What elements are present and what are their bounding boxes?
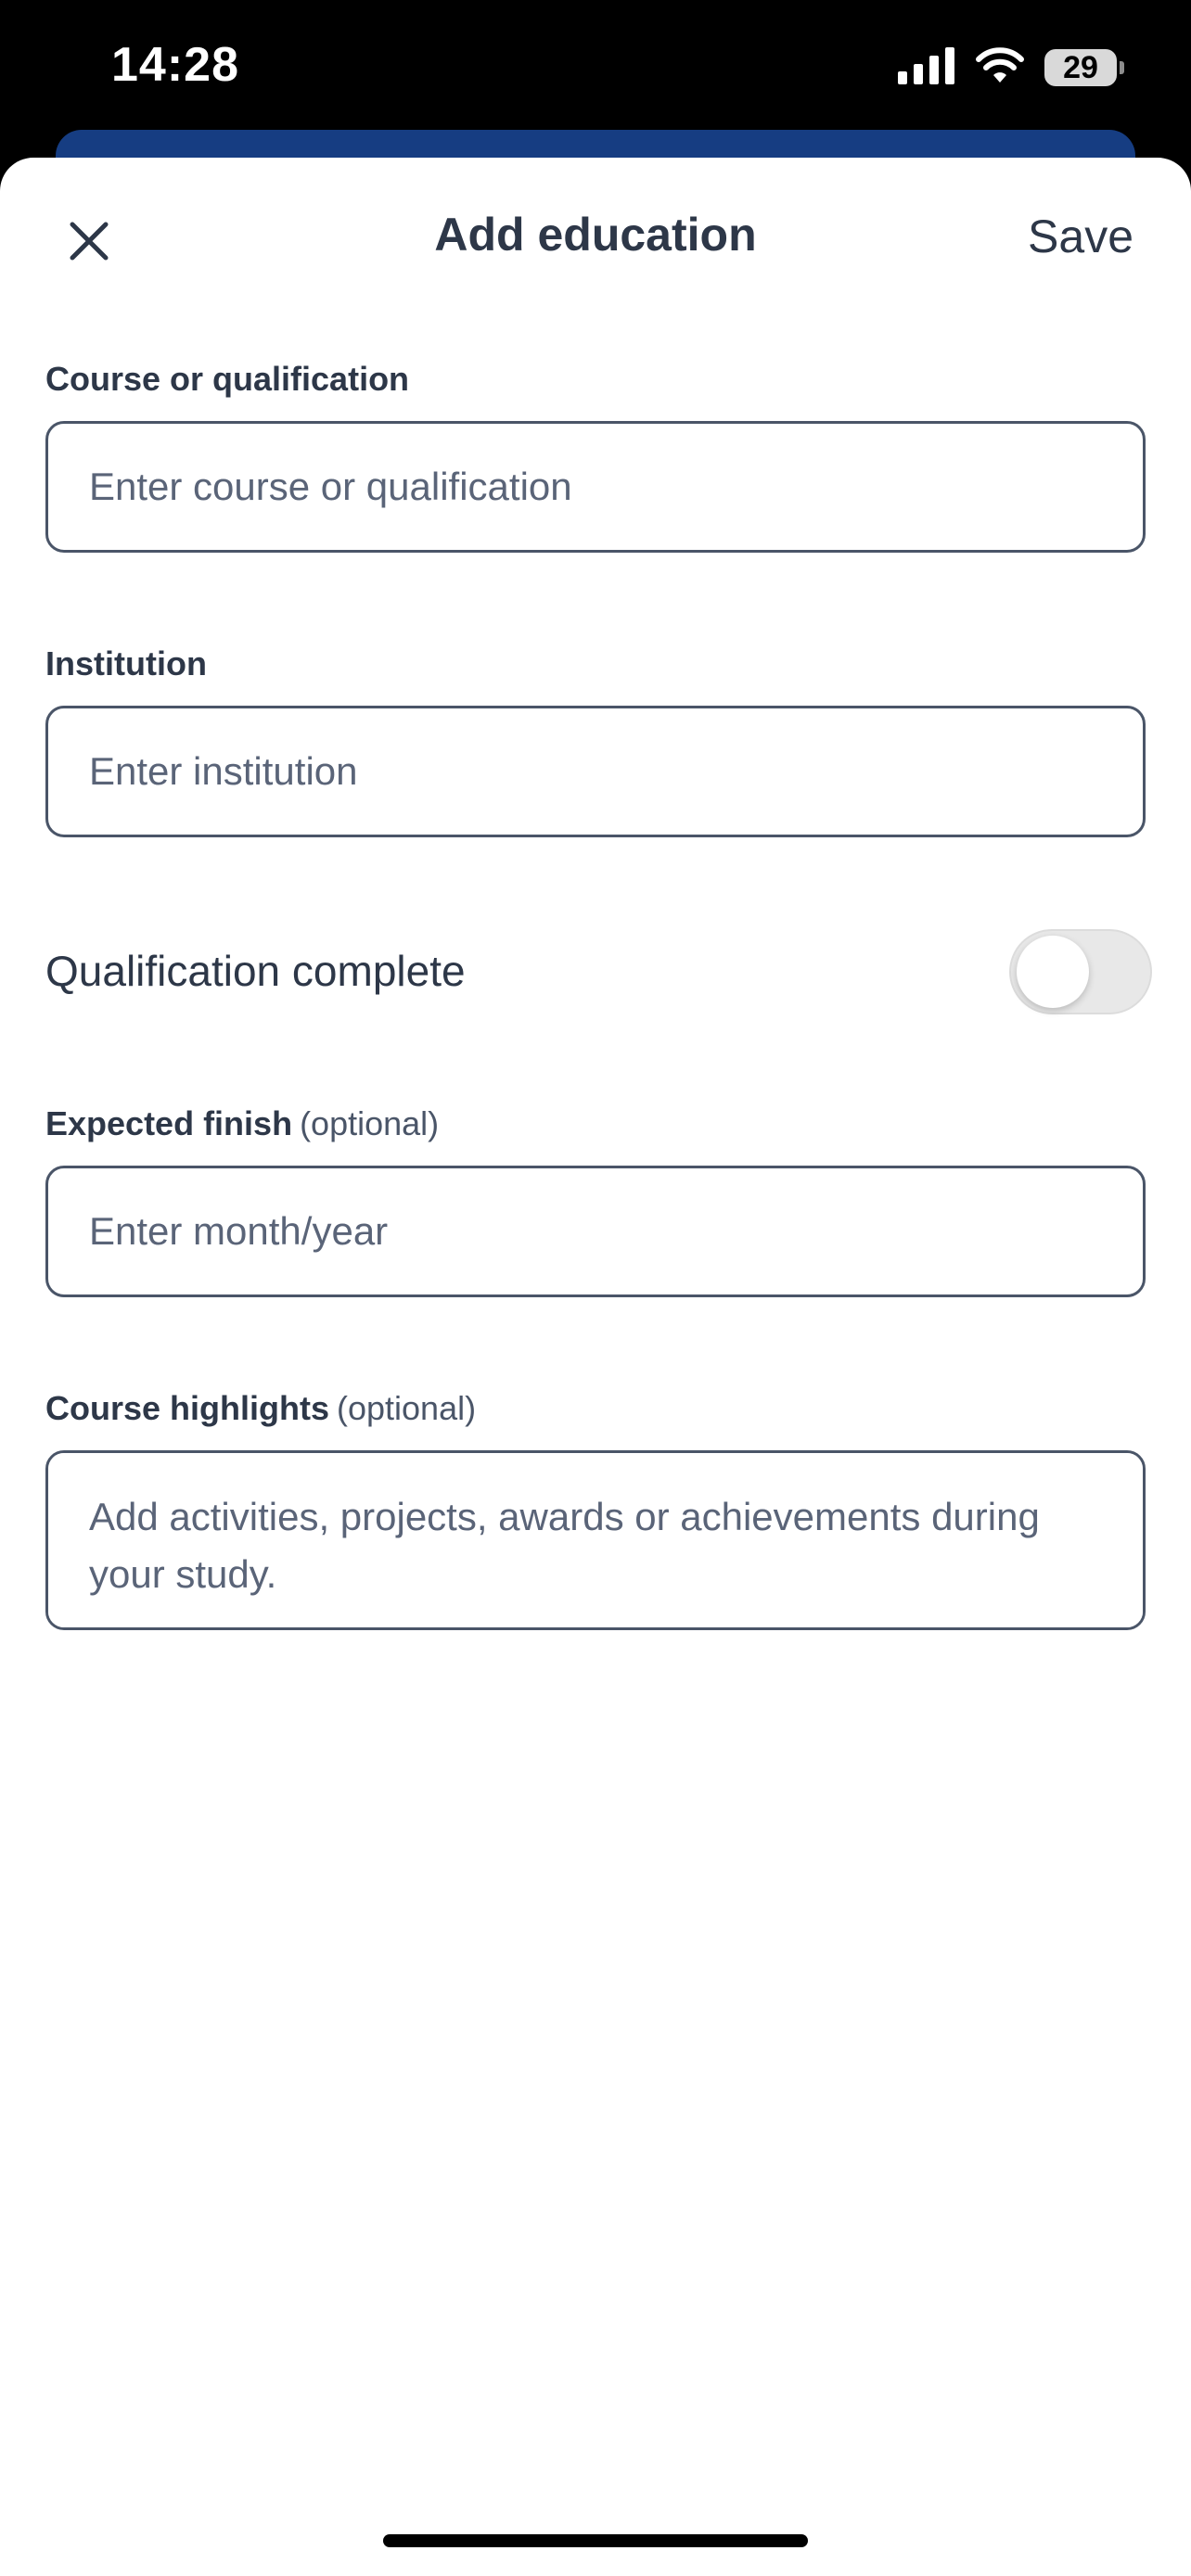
toggle-knob — [1017, 936, 1089, 1008]
add-education-sheet: Add education Save Course or qualificati… — [0, 158, 1191, 2576]
optional-tag: (optional) — [337, 1389, 477, 1427]
home-indicator — [383, 2534, 808, 2547]
save-button[interactable]: Save — [1028, 210, 1133, 263]
course-label: Course or qualification — [45, 360, 410, 398]
institution-input[interactable] — [45, 706, 1146, 837]
status-time: 14:28 — [111, 38, 239, 92]
course-input[interactable] — [45, 421, 1146, 553]
course-highlights-label: Course highlights (optional) — [45, 1389, 476, 1428]
cellular-signal-icon — [898, 46, 955, 89]
expected-finish-label-text: Expected finish — [45, 1104, 293, 1142]
wifi-icon — [976, 46, 1024, 89]
optional-tag: (optional) — [300, 1104, 440, 1142]
institution-label: Institution — [45, 644, 207, 682]
status-bar: 14:28 29 — [0, 0, 1191, 139]
page-title: Add education — [434, 209, 757, 261]
course-highlights-textarea[interactable] — [45, 1450, 1146, 1630]
expected-finish-input[interactable] — [45, 1166, 1146, 1297]
battery-icon: 29 — [1044, 49, 1124, 86]
expected-finish-label: Expected finish (optional) — [45, 1104, 439, 1143]
qualification-complete-label: Qualification complete — [45, 947, 466, 995]
sheet-header: Add education Save — [0, 158, 1191, 315]
course-highlights-label-text: Course highlights — [45, 1389, 329, 1427]
qualification-complete-toggle[interactable] — [1009, 929, 1152, 1014]
status-icons: 29 — [898, 45, 1124, 91]
